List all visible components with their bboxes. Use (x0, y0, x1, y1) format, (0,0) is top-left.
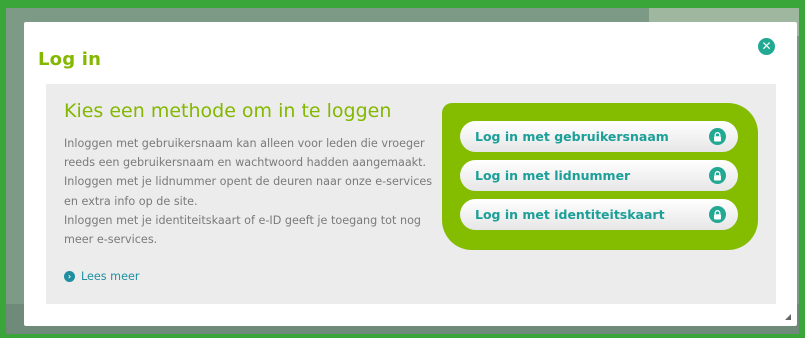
login-id-card-label: Log in met identiteitskaart (475, 207, 665, 222)
description-paragraph: Inloggen met je lidnummer opent de deure… (64, 175, 433, 208)
panel-heading: Kies een methode om in te loggen (64, 100, 392, 122)
login-panel: Kies een methode om in te loggen Inlogge… (46, 84, 776, 304)
lock-icon (709, 128, 726, 145)
login-username-button[interactable]: Log in met gebruikersnaam (460, 121, 738, 152)
read-more-link[interactable]: › Lees meer (64, 270, 139, 283)
lock-icon (709, 167, 726, 184)
login-modal: Log in ✕ Kies een methode om in te logge… (24, 22, 797, 326)
login-member-number-button[interactable]: Log in met lidnummer (460, 160, 738, 191)
login-member-number-label: Log in met lidnummer (475, 168, 631, 183)
resize-grip-icon[interactable] (785, 314, 791, 320)
close-icon: ✕ (761, 39, 772, 53)
chevron-right-icon: › (64, 271, 75, 282)
login-description: Inloggen met gebruikersnaam kan alleen v… (64, 134, 434, 249)
login-id-card-button[interactable]: Log in met identiteitskaart (460, 199, 738, 230)
modal-title: Log in (38, 49, 102, 70)
close-button[interactable]: ✕ (758, 38, 775, 55)
login-username-label: Log in met gebruikersnaam (475, 129, 669, 144)
description-paragraph: Inloggen met gebruikersnaam kan alleen v… (64, 137, 427, 170)
read-more-label: Lees meer (81, 270, 140, 283)
login-methods-box: Log in met gebruikersnaam Log in met lid… (442, 103, 758, 250)
background-page-text (6, 28, 24, 108)
lock-icon (709, 206, 726, 223)
description-paragraph: Inloggen met je identiteitskaart of e-ID… (64, 213, 422, 247)
